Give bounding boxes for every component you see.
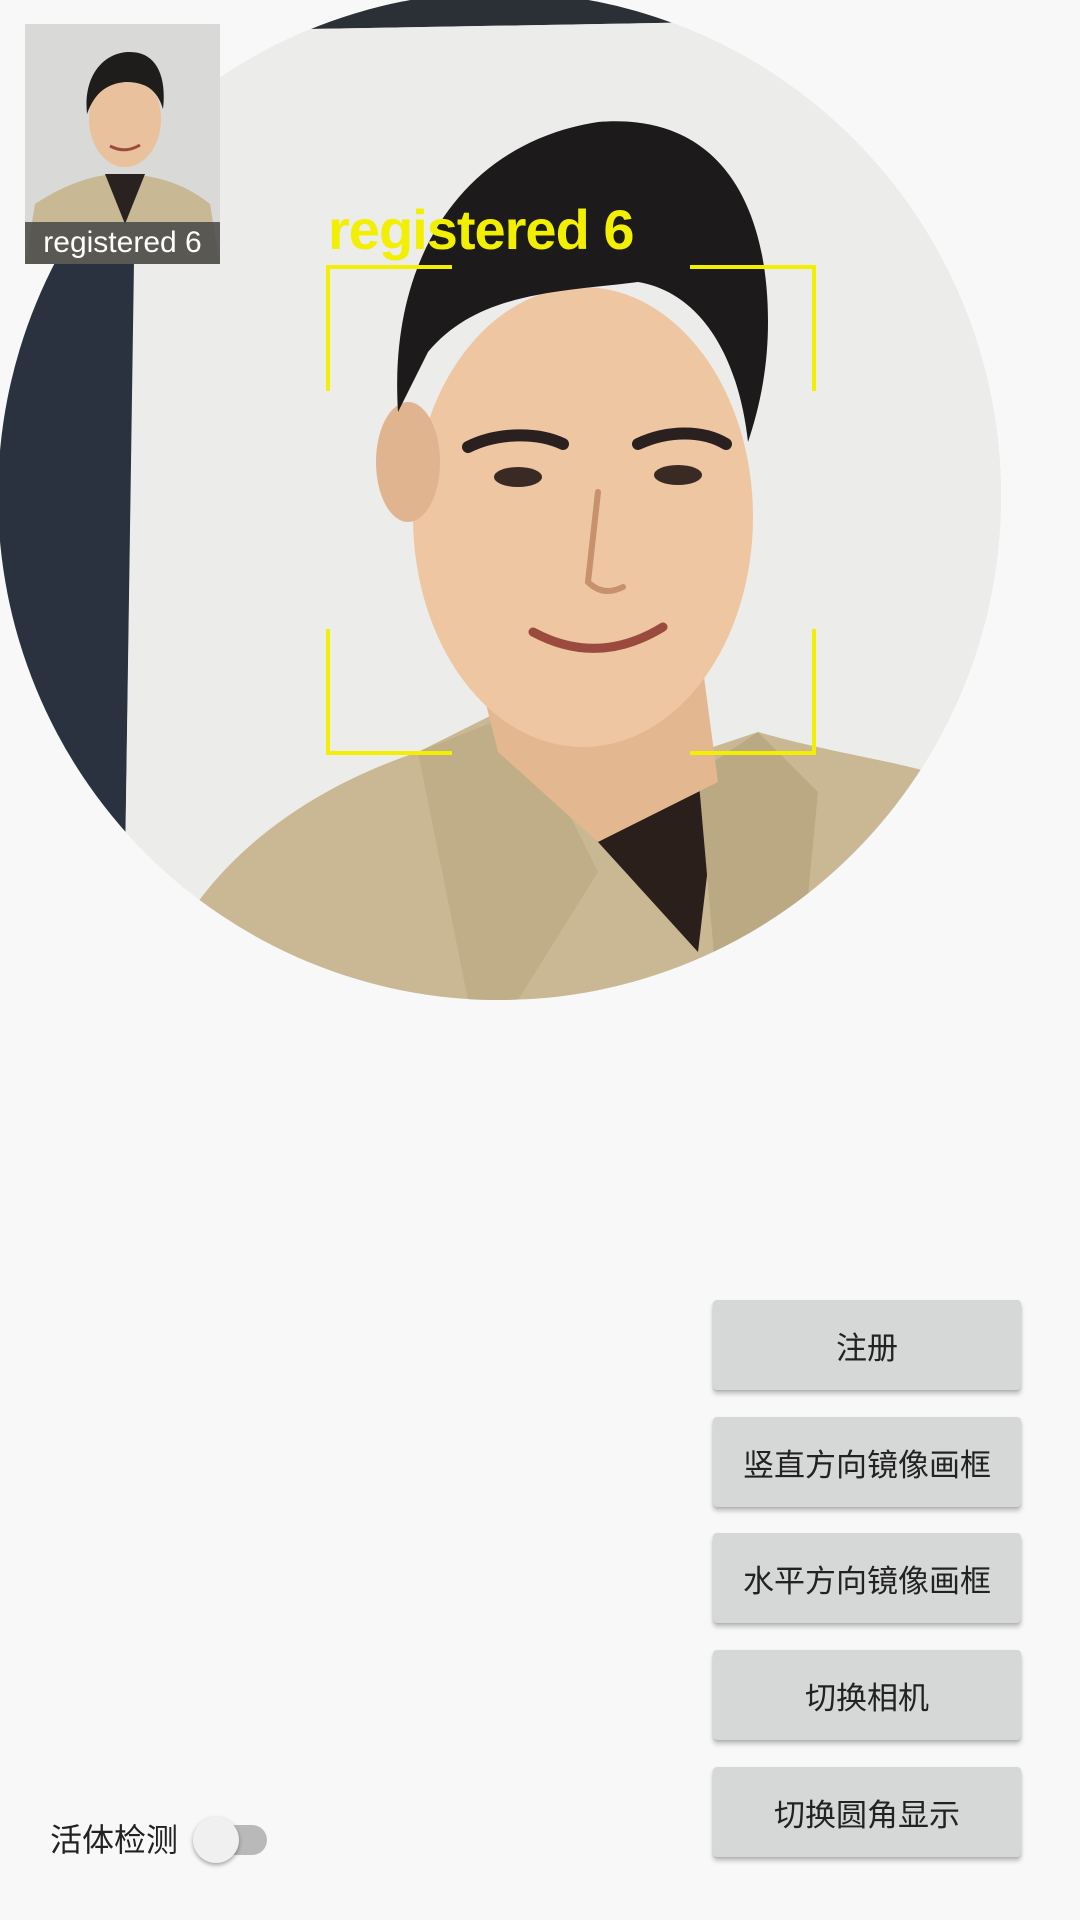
switch-knob — [193, 1817, 239, 1863]
register-button[interactable]: 注册 — [713, 1300, 1021, 1390]
registered-face-thumbnail: registered 6 — [25, 24, 220, 264]
mirror-vertical-button[interactable]: 竖直方向镜像画框 — [713, 1417, 1021, 1507]
frame-corner-top-right — [690, 265, 816, 391]
thumbnail-label: registered 6 — [25, 222, 220, 264]
mirror-horizontal-button[interactable]: 水平方向镜像画框 — [713, 1533, 1021, 1623]
frame-corner-bottom-left — [326, 629, 452, 755]
toggle-round-display-button[interactable]: 切换圆角显示 — [713, 1767, 1021, 1857]
face-detection-frame — [326, 265, 816, 755]
frame-corner-bottom-right — [690, 629, 816, 755]
switch-camera-button[interactable]: 切换相机 — [713, 1650, 1021, 1740]
liveness-detection-switch[interactable] — [193, 1817, 273, 1863]
frame-corner-top-left — [326, 265, 452, 391]
face-recognition-label: registered 6 — [328, 198, 634, 261]
liveness-detection-label: 活体检测 — [50, 1821, 179, 1859]
